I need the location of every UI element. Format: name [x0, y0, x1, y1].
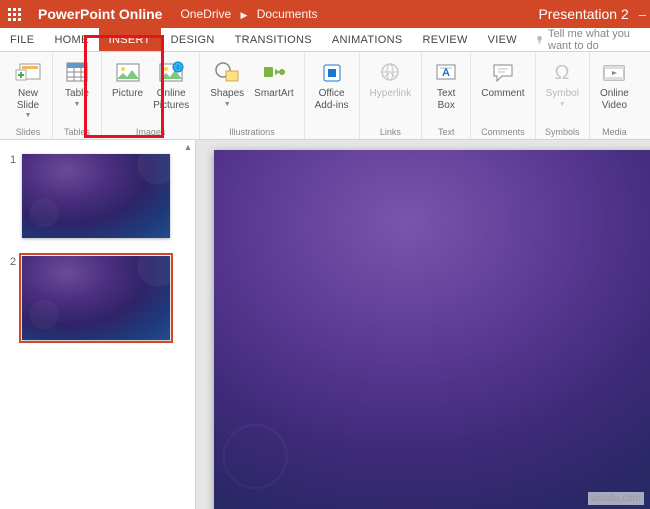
tell-me-placeholder: Tell me what you want to do — [548, 28, 650, 52]
office-addins-button[interactable]: Office Add-ins — [311, 56, 353, 125]
table-icon — [63, 58, 91, 86]
tab-design[interactable]: DESIGN — [161, 28, 225, 51]
title-dash: – — [639, 7, 646, 22]
picture-label: Picture — [112, 88, 143, 100]
new-slide-button[interactable]: New Slide ▼ — [10, 56, 46, 125]
comment-label: Comment — [481, 88, 524, 100]
shapes-button[interactable]: Shapes ▼ — [206, 56, 248, 125]
slide-number: 1 — [10, 154, 22, 166]
online-video-label: Online Video — [600, 88, 629, 111]
title-bar: PowerPoint Online OneDrive ▶ Documents P… — [0, 0, 650, 28]
chevron-down-icon: ▼ — [559, 101, 566, 108]
app-name: PowerPoint Online — [38, 6, 162, 22]
comment-button[interactable]: Comment — [477, 56, 528, 125]
watermark: wsxdn.com — [588, 492, 644, 505]
slide-number: 2 — [10, 256, 22, 268]
lightbulb-icon — [535, 34, 544, 46]
tell-me-search[interactable]: Tell me what you want to do — [535, 28, 650, 51]
video-icon — [600, 58, 628, 86]
shapes-label: Shapes — [210, 88, 244, 100]
svg-text:Ω: Ω — [555, 62, 570, 83]
tab-file[interactable]: FILE — [0, 28, 44, 51]
online-pictures-icon — [157, 58, 185, 86]
slide-canvas[interactable] — [214, 150, 650, 509]
ribbon-group-comments: Comment Comments — [471, 52, 535, 139]
new-slide-label: New Slide — [17, 88, 39, 111]
group-label-illustrations: Illustrations — [229, 125, 275, 137]
document-title[interactable]: Presentation 2 — [538, 6, 628, 22]
breadcrumb-separator-icon: ▶ — [241, 10, 248, 20]
scroll-up-icon[interactable]: ▲ — [181, 140, 195, 154]
ribbon-group-images: Picture Online Pictures Images — [102, 52, 200, 139]
table-label: Table — [65, 88, 89, 100]
tab-review[interactable]: REVIEW — [412, 28, 477, 51]
online-pictures-button[interactable]: Online Pictures — [149, 56, 193, 125]
symbol-label: Symbol — [546, 88, 579, 100]
online-video-button[interactable]: Online Video — [596, 56, 633, 125]
tab-insert[interactable]: INSERT — [99, 28, 161, 51]
svg-text:A: A — [442, 67, 450, 79]
smartart-button[interactable]: SmartArt — [250, 56, 297, 125]
app-launcher-button[interactable] — [0, 0, 28, 28]
thumbnail-row-1[interactable]: 1 — [0, 150, 195, 252]
tab-animations[interactable]: ANIMATIONS — [322, 28, 413, 51]
new-slide-icon — [14, 58, 42, 86]
text-box-button[interactable]: A Text Box — [428, 56, 464, 125]
symbol-button[interactable]: Ω Symbol ▼ — [542, 56, 583, 125]
hyperlink-label: Hyperlink — [370, 88, 412, 100]
group-label-addins — [330, 125, 333, 137]
group-label-links: Links — [380, 125, 401, 137]
thumbnail-panel[interactable]: ▲ 1 2 — [0, 140, 196, 509]
group-label-media: Media — [602, 125, 627, 137]
group-label-comments: Comments — [481, 125, 525, 137]
text-box-label: Text Box — [437, 88, 455, 111]
comment-icon — [489, 58, 517, 86]
slide-thumbnail-2[interactable] — [22, 256, 170, 340]
online-pictures-label: Online Pictures — [153, 88, 189, 111]
smartart-label: SmartArt — [254, 88, 293, 100]
group-label-slides: Slides — [16, 125, 41, 137]
group-label-text: Text — [438, 125, 455, 137]
symbol-icon: Ω — [548, 58, 576, 86]
chevron-down-icon: ▼ — [224, 101, 231, 108]
ribbon-group-media: Online Video Media — [590, 52, 639, 139]
group-label-images: Images — [136, 125, 166, 137]
tab-transitions[interactable]: TRANSITIONS — [225, 28, 322, 51]
workspace: ▲ 1 2 — [0, 140, 650, 509]
ribbon-group-illustrations: Shapes ▼ SmartArt Illustrations — [200, 52, 304, 139]
ribbon: New Slide ▼ Slides Table ▼ Tables Pictur… — [0, 52, 650, 140]
smartart-icon — [260, 58, 288, 86]
addins-icon — [318, 58, 346, 86]
chevron-down-icon: ▼ — [25, 112, 32, 119]
picture-button[interactable]: Picture — [108, 56, 147, 125]
slide-thumbnail-1[interactable] — [22, 154, 170, 238]
textbox-icon: A — [432, 58, 460, 86]
ribbon-group-symbols: Ω Symbol ▼ Symbols — [536, 52, 590, 139]
ribbon-group-addins: Office Add-ins — [305, 52, 360, 139]
ribbon-group-slides: New Slide ▼ Slides — [4, 52, 53, 139]
addins-label: Office Add-ins — [315, 88, 349, 111]
group-label-symbols: Symbols — [545, 125, 580, 137]
tab-home[interactable]: HOME — [44, 28, 98, 51]
picture-icon — [114, 58, 142, 86]
breadcrumb[interactable]: OneDrive ▶ Documents — [180, 7, 317, 21]
chevron-down-icon: ▼ — [74, 101, 81, 108]
ribbon-tabs: FILE HOME INSERT DESIGN TRANSITIONS ANIM… — [0, 28, 650, 52]
thumbnail-row-2[interactable]: 2 — [0, 252, 195, 354]
tab-view[interactable]: VIEW — [478, 28, 527, 51]
hyperlink-button[interactable]: Hyperlink — [366, 56, 416, 125]
table-button[interactable]: Table ▼ — [59, 56, 95, 125]
breadcrumb-folder[interactable]: Documents — [257, 7, 318, 21]
slide-canvas-area[interactable] — [196, 140, 650, 509]
ribbon-group-tables: Table ▼ Tables — [53, 52, 102, 139]
ribbon-group-text: A Text Box Text — [422, 52, 471, 139]
shapes-icon — [213, 58, 241, 86]
hyperlink-icon — [376, 58, 404, 86]
breadcrumb-root[interactable]: OneDrive — [180, 7, 231, 21]
group-label-tables: Tables — [64, 125, 90, 137]
waffle-icon — [8, 8, 21, 21]
ribbon-group-links: Hyperlink Links — [360, 52, 423, 139]
